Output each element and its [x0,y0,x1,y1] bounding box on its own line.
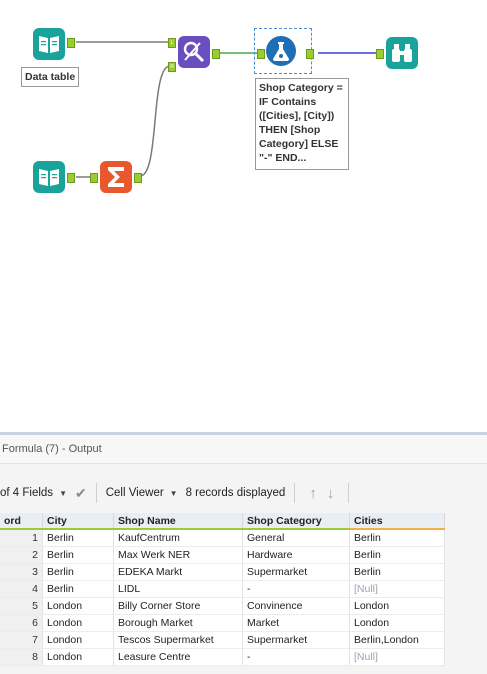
input-port[interactable] [257,49,265,59]
table-cell[interactable]: Tescos Supermarket [113,631,243,649]
cell-viewer-label: Cell Viewer [105,487,164,499]
table-cell[interactable]: General [242,529,350,547]
table-cell[interactable]: Convinence [242,597,350,615]
column-header[interactable]: Cities [349,513,445,530]
records-label: 8 records displayed [185,487,286,499]
table-cell[interactable]: Berlin [42,580,114,598]
join-icon [183,41,205,63]
cell-viewer-dropdown[interactable]: Cell Viewer ▼ [106,487,178,499]
book-icon [39,36,59,53]
table-cell[interactable]: Berlin [349,529,445,547]
record-number-cell[interactable]: 4 [0,580,43,598]
table-cell[interactable]: Max Werk NER [113,546,243,564]
table-cell[interactable]: Leasure Centre [113,648,243,666]
table-cell[interactable]: London [42,597,114,615]
table-row[interactable]: 8 London Leasure Centre - [Null] [0,648,445,666]
table-cell[interactable]: Billy Corner Store [113,597,243,615]
table-cell[interactable]: Berlin [349,563,445,581]
input-tool-annotation: Data table [21,67,80,87]
join-left-port[interactable]: L [168,38,176,48]
table-row[interactable]: 2 Berlin Max Werk NER Hardware Berlin [0,546,445,564]
formula-annotation: Shop Category = IF Contains ([Cities], [… [255,78,349,170]
input-port[interactable] [90,173,98,183]
table-row[interactable]: 3 Berlin EDEKA Markt Supermarket Berlin [0,563,445,581]
browse-tool[interactable] [386,37,418,69]
column-header[interactable]: City [42,513,114,530]
table-row[interactable]: 5 London Billy Corner Store Convinence Londo… [0,597,445,615]
table-cell[interactable]: Berlin [349,546,445,564]
arrow-down-icon[interactable]: ↓ [327,485,335,502]
table-cell[interactable]: London [42,648,114,666]
toolbar-divider [294,483,296,503]
caret-down-icon: ▼ [59,488,67,498]
table-cell[interactable]: Berlin [42,546,114,564]
table-cell[interactable]: London [349,614,445,632]
output-port[interactable] [306,49,314,59]
toolbar-divider [95,483,97,503]
table-cell[interactable]: Hardware [242,546,350,564]
table-cell[interactable]: London [42,614,114,632]
table-row[interactable]: 1 Berlin KaufCentrum General Berlin [0,529,445,547]
output-port[interactable] [134,173,142,183]
record-number-cell[interactable]: 1 [0,529,43,547]
results-toolbar: of 4 Fields ▼ ✔ Cell Viewer ▼ 8 records … [0,479,487,507]
results-table: ord City Shop Name Shop Category Cities … [0,513,445,666]
join-tool[interactable] [178,36,210,68]
sigma-icon [108,167,124,187]
record-number-cell[interactable]: 8 [0,648,43,666]
table-cell[interactable]: - [242,580,350,598]
table-cell[interactable]: Berlin [42,529,114,547]
results-panel: Formula (7) - Output of 4 Fields ▼ ✔ Cel… [0,432,487,674]
table-row[interactable]: 7 London Tescos Supermarket Supermarket Berl… [0,631,445,649]
table-cell[interactable]: London [42,631,114,649]
table-cell[interactable]: Supermarket [242,631,350,649]
caret-down-icon: ▼ [169,488,178,498]
workflow-canvas[interactable]: Data table L R Shop Category = IF Contai… [0,0,487,432]
results-title: Formula (7) - Output [0,435,487,464]
table-row[interactable]: 6 London Borough Market Market London [0,614,445,632]
join-right-port[interactable]: R [168,62,176,72]
toolbar-divider [348,483,350,503]
record-number-cell[interactable]: 2 [0,546,43,564]
table-cell[interactable]: Borough Market [113,614,243,632]
book-icon [39,169,59,186]
input-data-tool-1[interactable] [33,28,65,60]
table-cell[interactable]: London [349,597,445,615]
table-row[interactable]: 4 Berlin LIDL - [Null] [0,580,445,598]
column-header[interactable]: Shop Category [242,513,350,530]
column-header[interactable]: ord [0,513,43,530]
table-cell[interactable]: LIDL [113,580,243,598]
flask-icon [273,42,289,61]
summarize-tool[interactable] [100,161,132,193]
record-number-cell[interactable]: 3 [0,563,43,581]
table-cell[interactable]: Market [242,614,350,632]
table-cell[interactable]: EDEKA Markt [113,563,243,581]
table-cell[interactable]: Berlin [42,563,114,581]
table-cell[interactable]: [Null] [349,580,445,598]
checkmark-icon[interactable]: ✔ [75,485,87,502]
table-cell[interactable]: Berlin,London [349,631,445,649]
table-cell[interactable]: - [242,648,350,666]
port-label: R [170,64,174,70]
fields-label: of 4 Fields [0,487,54,499]
fields-selector[interactable]: of 4 Fields ▼ ✔ [0,485,87,502]
record-number-cell[interactable]: 7 [0,631,43,649]
port-label: L [170,40,174,46]
input-data-tool-2[interactable] [33,161,65,193]
binoculars-icon [392,44,412,62]
formula-tool[interactable] [266,36,296,66]
output-port[interactable] [212,49,220,59]
input-port[interactable] [376,49,384,59]
record-number-cell[interactable]: 5 [0,597,43,615]
arrow-up-icon[interactable]: ↑ [309,485,317,502]
output-port[interactable] [67,38,75,48]
record-number-cell[interactable]: 6 [0,614,43,632]
column-header[interactable]: Shop Name [113,513,243,530]
table-header-row: ord City Shop Name Shop Category Cities [0,513,445,530]
table-cell[interactable]: KaufCentrum [113,529,243,547]
output-port[interactable] [67,173,75,183]
table-cell[interactable]: [Null] [349,648,445,666]
table-cell[interactable]: Supermarket [242,563,350,581]
records-count: 8 records displayed [186,487,286,499]
